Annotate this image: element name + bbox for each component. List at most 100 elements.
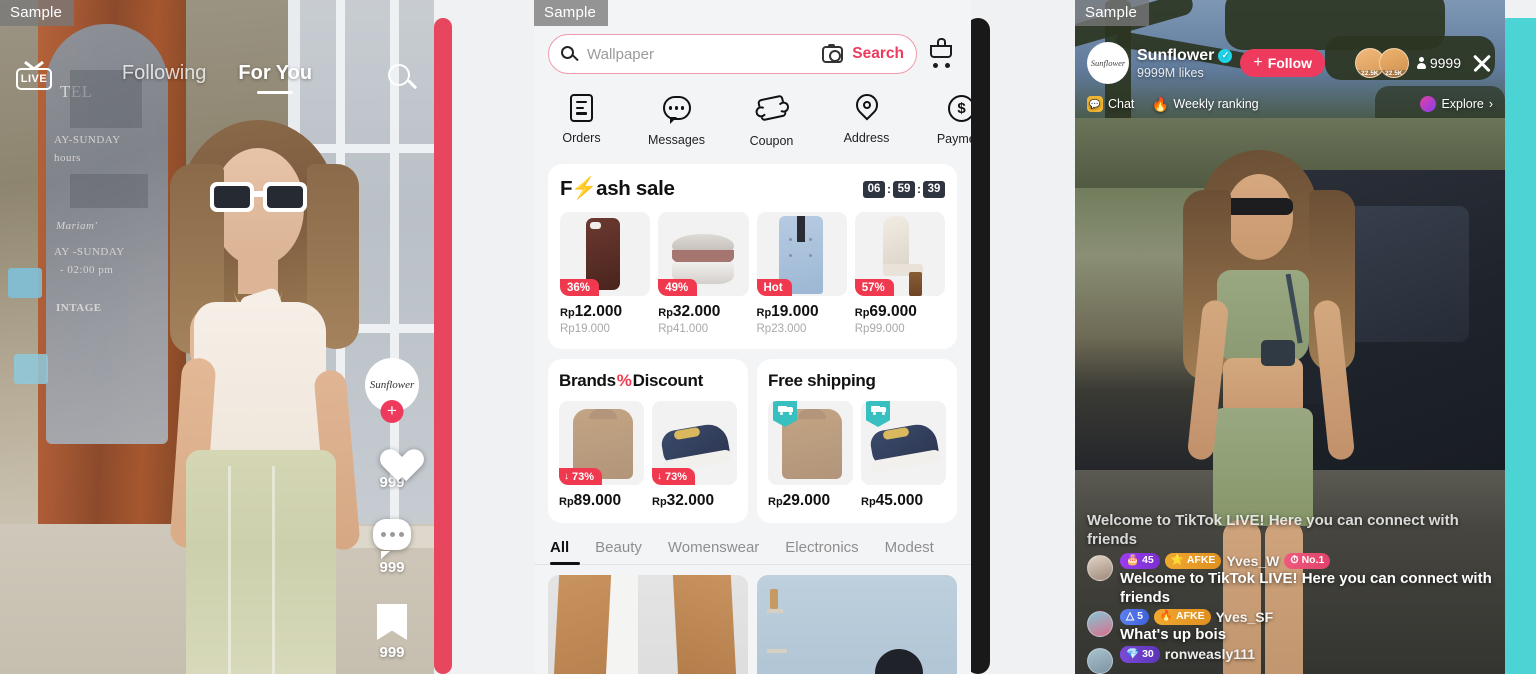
product-thumbnail: ↓ 73% xyxy=(652,401,737,485)
explore-label: Explore xyxy=(1441,97,1484,111)
product-thumbnail: 57% xyxy=(854,212,945,296)
search-box[interactable]: Search xyxy=(548,34,917,74)
product-card[interactable]: ↓ 73% Rp89.000 xyxy=(559,401,644,510)
viewer-list[interactable]: 22.5K 22.5K 9999 xyxy=(1354,48,1493,78)
follow-button[interactable]: + Follow xyxy=(1240,49,1326,77)
price-value: 89.000 xyxy=(573,492,622,509)
live-stream-panel: Sample Sunflower Sunflower ✓ 9999M likes… xyxy=(1075,0,1505,674)
timer-separator: : xyxy=(887,182,891,196)
chat-username[interactable]: Yves_SF xyxy=(1216,609,1274,625)
flash-sale-card: F ⚡ ash sale 06 : 59 : 39 36% Rp12.000 R… xyxy=(548,164,957,349)
timer-minutes: 59 xyxy=(893,180,915,198)
search-input[interactable] xyxy=(587,45,814,63)
heart-icon xyxy=(373,436,411,470)
level-badge: 🎂 45 xyxy=(1120,552,1160,570)
product-price: Rp45.000 xyxy=(861,492,946,510)
search-icon[interactable] xyxy=(388,64,418,94)
currency: Rp xyxy=(854,307,870,319)
product-thumbnail xyxy=(861,401,946,485)
tab-for-you[interactable]: For You xyxy=(238,62,312,94)
host-name-row: Sunflower ✓ xyxy=(1137,46,1233,65)
price-value: 12.000 xyxy=(574,303,623,320)
viewer-avatar[interactable]: 22.5K xyxy=(1378,48,1409,78)
plus-icon: + xyxy=(1253,54,1263,71)
level-badge: 💎 30 xyxy=(1120,646,1160,663)
tab-womenswear[interactable]: Womenswear xyxy=(668,539,759,565)
feed-product-card[interactable] xyxy=(548,575,748,674)
brands-products: ↓ 73% Rp89.000 ↓ 73% Rp32.000 xyxy=(559,401,737,510)
currency: Rp xyxy=(658,307,673,319)
live-chat[interactable]: Welcome to TikTok LIVE! Here you can con… xyxy=(1087,512,1493,674)
product-price: Rp32.000 xyxy=(652,492,737,510)
chat-pill-label: Chat xyxy=(1108,97,1135,111)
brands-discount-card: Brands % Discount ↓ 73% Rp89.000 ↓ 73% R… xyxy=(548,359,748,523)
product-card[interactable]: Rp45.000 xyxy=(861,401,946,510)
quick-action-address[interactable]: Address xyxy=(819,89,914,148)
chat-avatar[interactable] xyxy=(1087,648,1113,674)
camera-icon[interactable] xyxy=(822,43,844,63)
currency: Rp xyxy=(652,496,667,508)
tab-electronics[interactable]: Electronics xyxy=(785,539,858,565)
product-price: Rp12.000 xyxy=(560,303,650,321)
chat-message-text: What's up bois xyxy=(1120,626,1227,644)
explore-pill[interactable]: Explore › xyxy=(1420,96,1493,112)
tab-following[interactable]: Following xyxy=(122,62,206,94)
follow-label: Follow xyxy=(1267,55,1313,71)
quick-action-orders[interactable]: Orders xyxy=(534,94,629,148)
cart-icon[interactable] xyxy=(927,38,957,68)
quick-action-coupon[interactable]: Coupon xyxy=(724,94,819,148)
follow-plus-button[interactable]: + xyxy=(380,400,404,423)
flash-sale-timer: 06 : 59 : 39 xyxy=(863,180,945,198)
chat-avatar[interactable] xyxy=(1087,554,1113,581)
bookmark-action[interactable]: 999 xyxy=(362,604,422,661)
currency: Rp xyxy=(768,496,783,508)
weekly-ranking-pill[interactable]: 🔥 Weekly ranking xyxy=(1152,96,1259,112)
dollar-coin-icon: $ xyxy=(947,95,971,124)
host-name: Sunflower xyxy=(1137,46,1215,64)
creator-avatar[interactable]: Sunflower + xyxy=(365,358,419,423)
product-card[interactable]: ↓ 73% Rp32.000 xyxy=(652,401,737,510)
comment-action[interactable]: 999 xyxy=(362,519,422,576)
close-icon[interactable] xyxy=(1471,52,1493,74)
product-card[interactable]: Rp29.000 xyxy=(768,401,853,510)
quick-action-messages[interactable]: Messages xyxy=(629,94,724,148)
search-icon xyxy=(561,45,579,63)
product-thumbnail xyxy=(768,401,853,485)
club-badge: ⭐ AFKE xyxy=(1164,552,1222,570)
chat-row: 🎂 45 ⭐ AFKE Yves_W ⏱ No.1 Welcome to TikTok… xyxy=(1087,552,1493,608)
badge-value: 30 xyxy=(1142,647,1154,660)
tab-beauty[interactable]: Beauty xyxy=(595,539,642,565)
shop-panel: Search Orders Messages Coupon xyxy=(534,0,971,674)
brands-discount-title: Brands % Discount xyxy=(559,371,737,391)
badge-value: 73% xyxy=(665,470,688,483)
chat-username[interactable]: ronweasly111 xyxy=(1165,646,1255,662)
chat-avatar[interactable] xyxy=(1087,610,1113,637)
chat-pill[interactable]: 💬 Chat xyxy=(1087,96,1134,112)
product-card[interactable]: 49% Rp32.000 Rp41.000 xyxy=(658,212,749,335)
discount-badge: 36% xyxy=(560,279,600,296)
like-action[interactable]: 999 xyxy=(362,436,422,491)
timer-seconds: 39 xyxy=(923,180,945,198)
comment-count: 999 xyxy=(379,559,405,576)
model-photo xyxy=(150,120,365,674)
host-avatar[interactable]: Sunflower xyxy=(1087,42,1129,84)
discount-badge: 57% xyxy=(854,279,894,296)
tiktok-feed-panel: TEL AY-SUNDAY hours Mariam' AY -SUNDAY -… xyxy=(0,0,434,674)
feed-product-card[interactable] xyxy=(757,575,957,674)
chevron-right-icon: › xyxy=(1488,97,1493,111)
product-card[interactable]: 57% Rp69.000 Rp99.000 xyxy=(854,212,945,335)
tab-all[interactable]: All xyxy=(550,539,581,565)
chat-row: △ 5 🔥 AFKE Yves_SF What's up bois xyxy=(1087,608,1493,645)
currency: Rp xyxy=(559,496,574,508)
product-card[interactable]: Hot Rp19.000 Rp23.000 xyxy=(756,212,847,335)
weekly-ranking-label: Weekly ranking xyxy=(1173,97,1259,111)
product-old-price: Rp99.000 xyxy=(854,323,905,335)
live-pill-row: 💬 Chat 🔥 Weekly ranking Explore › xyxy=(1087,96,1493,112)
tab-modest[interactable]: Modest xyxy=(885,539,934,565)
quick-action-payment[interactable]: $ Payment xyxy=(914,94,971,148)
search-button[interactable]: Search xyxy=(852,45,904,63)
product-card[interactable]: 36% Rp12.000 Rp19.000 xyxy=(560,212,651,335)
currency: Rp xyxy=(756,307,772,319)
badge-value: AFKE xyxy=(1176,610,1205,623)
chat-username[interactable]: Yves_W xyxy=(1226,553,1279,569)
